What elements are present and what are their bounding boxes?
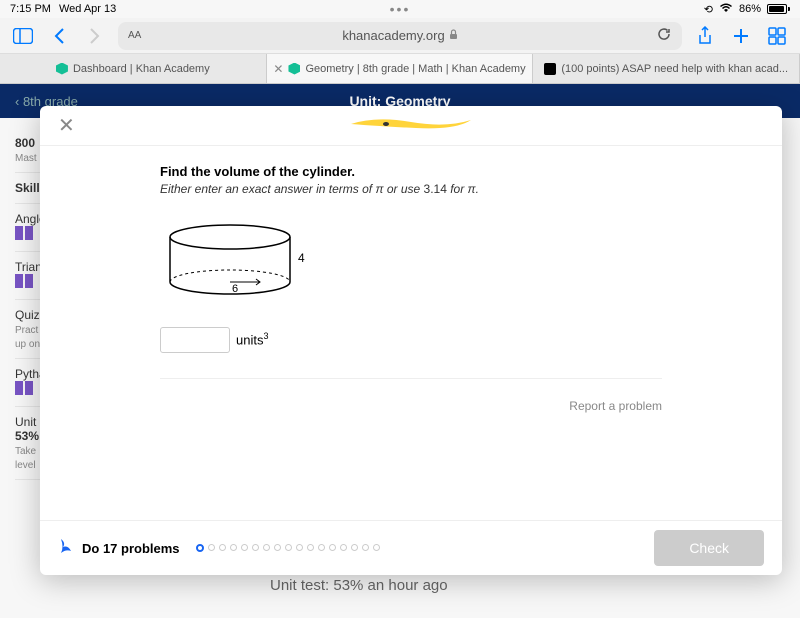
tab-label: (100 points) ASAP need help with khan ac… xyxy=(561,63,788,75)
share-icon[interactable] xyxy=(692,23,718,49)
progress-dot xyxy=(196,544,204,552)
exercise-modal: ✕ Find the volume of the cylinder. Eithe… xyxy=(40,106,782,575)
bg-quiz: Quiz xyxy=(15,308,40,322)
ipad-status-bar: 7:15 PM Wed Apr 13 ••• ⟲ 86% xyxy=(0,0,800,18)
answer-row: units3 xyxy=(160,327,662,353)
highlight-scribble xyxy=(346,114,476,134)
progress-dot xyxy=(318,544,325,551)
progress-dot xyxy=(230,544,237,551)
battery-percent: 86% xyxy=(739,3,761,15)
progress-dot xyxy=(307,544,314,551)
khan-academy-icon xyxy=(56,63,68,75)
text-size-icon[interactable]: AA xyxy=(128,30,141,41)
progress-dot xyxy=(252,544,259,551)
browser-tab-geometry[interactable]: ✕ Geometry | 8th grade | Math | Khan Aca… xyxy=(267,54,534,83)
url-text: khanacademy.org xyxy=(342,28,444,43)
progress-dot xyxy=(329,544,336,551)
bg-unit: Unit xyxy=(15,415,36,429)
progress-dot xyxy=(296,544,303,551)
check-button[interactable]: Check xyxy=(654,530,764,566)
battery-icon xyxy=(767,4,790,14)
question-subtitle: Either enter an exact answer in terms of… xyxy=(160,182,662,197)
question-title: Find the volume of the cylinder. xyxy=(160,164,662,179)
tab-label: Geometry | 8th grade | Math | Khan Acade… xyxy=(305,63,525,75)
lock-icon xyxy=(449,28,458,43)
wifi-icon xyxy=(719,3,733,16)
browser-tab-dashboard[interactable]: Dashboard | Khan Academy xyxy=(0,54,267,83)
answer-input[interactable] xyxy=(160,327,230,353)
progress-dot xyxy=(362,544,369,551)
progress-dot xyxy=(351,544,358,551)
progress-dot xyxy=(263,544,270,551)
do-problems-label: Do 17 problems xyxy=(82,541,180,556)
progress-dot xyxy=(285,544,292,551)
bg-upon: up on xyxy=(15,339,40,350)
modal-footer: Do 17 problems Check xyxy=(40,520,782,575)
modal-body: Find the volume of the cylinder. Either … xyxy=(40,146,782,520)
bg-take: Take xyxy=(15,446,36,457)
sidebar-toggle-icon[interactable] xyxy=(10,23,36,49)
height-label: 4 xyxy=(298,251,305,265)
progress-dot xyxy=(373,544,380,551)
radius-label: 6 xyxy=(232,283,238,295)
unit-test-status: Unit test: 53% an hour ago xyxy=(270,577,448,594)
cylinder-diagram: 6 4 xyxy=(160,222,662,307)
bg-pct: 53% xyxy=(15,429,39,443)
report-problem-link[interactable]: Report a problem xyxy=(160,389,662,443)
bg-level: level xyxy=(15,460,36,471)
close-tab-icon[interactable]: ✕ xyxy=(273,62,283,76)
close-icon[interactable]: ✕ xyxy=(58,113,75,138)
tabs-overview-icon[interactable] xyxy=(764,23,790,49)
bg-pract: Pract xyxy=(15,325,38,336)
bg-mastery: Mast xyxy=(15,153,37,164)
divider xyxy=(160,378,662,379)
modal-header: ✕ xyxy=(40,106,782,146)
bg-skill: Skill xyxy=(15,181,40,195)
progress-group: Do 17 problems xyxy=(58,537,380,560)
multitask-dots-icon[interactable]: ••• xyxy=(390,1,411,17)
progress-dots xyxy=(196,544,380,552)
progress-dot xyxy=(208,544,215,551)
progress-dot xyxy=(219,544,226,551)
progress-dot xyxy=(340,544,347,551)
forward-button xyxy=(82,23,108,49)
status-time: 7:15 PM xyxy=(10,3,51,15)
units-label: units3 xyxy=(236,331,268,348)
bg-points: 800 xyxy=(15,136,35,150)
safari-toolbar: AA khanacademy.org xyxy=(0,18,800,54)
khan-academy-icon xyxy=(288,63,300,75)
new-tab-icon[interactable] xyxy=(728,23,754,49)
orientation-lock-icon: ⟲ xyxy=(704,3,713,16)
progress-dot xyxy=(241,544,248,551)
progress-dot xyxy=(274,544,281,551)
brainly-icon xyxy=(544,63,556,75)
browser-tab-brainly[interactable]: (100 points) ASAP need help with khan ac… xyxy=(533,54,800,83)
streak-icon xyxy=(58,537,74,560)
status-date: Wed Apr 13 xyxy=(59,3,116,15)
back-button[interactable] xyxy=(46,23,72,49)
url-bar[interactable]: AA khanacademy.org xyxy=(118,22,682,50)
tab-label: Dashboard | Khan Academy xyxy=(73,63,210,75)
browser-tab-strip: Dashboard | Khan Academy ✕ Geometry | 8t… xyxy=(0,54,800,84)
reload-icon[interactable] xyxy=(656,26,672,45)
bg-trian: Trian xyxy=(15,260,42,274)
